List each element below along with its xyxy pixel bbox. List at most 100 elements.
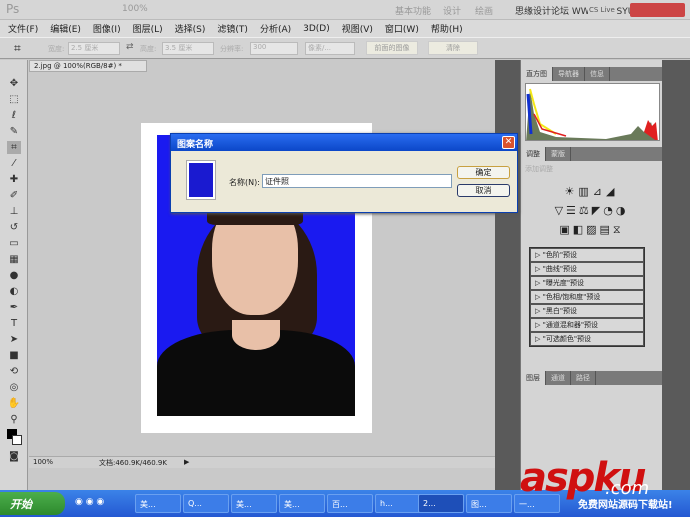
preset-label: "色阶"预设 [542,251,578,259]
tab-info[interactable]: 信息 [585,67,610,81]
workspace-basic[interactable]: 基本功能 [395,4,431,17]
add-adjustment-label: 添加调整 [525,165,553,173]
eyedropper-icon[interactable]: ⁄ [7,157,21,170]
preset-levels[interactable]: ▷ "色阶"预设 [530,248,644,262]
preset-curves[interactable]: ▷ "曲线"预设 [530,262,644,276]
adjustment-icons-row3[interactable]: ▣◧▨▤⧖ [521,223,662,237]
status-bar: 100% 文档:460.9K/460.9K ▶ [29,456,495,468]
document-tab[interactable]: 2.jpg @ 100%(RGB/8#) * [29,60,147,72]
preset-exposure[interactable]: ▷ "曝光度"预设 [530,276,644,290]
swap-icon[interactable]: ⇄ [126,42,134,52]
panels-dock: 直方图 导航器 信息 调整 蒙版 添加调整 ☀▥⊿◢ ▽☰⚖◤◔◑ ▣◧▨▤⧖ … [520,60,662,490]
hand-icon[interactable]: ✋ [7,397,21,410]
menu-image[interactable]: 图像(I) [93,22,121,35]
task-item[interactable]: 图... [466,494,512,513]
adjustment-icons-row1[interactable]: ☀▥⊿◢ [521,185,662,198]
task-item[interactable]: 美... [231,494,277,513]
preset-selective-color[interactable]: ▷ "可选颜色"预设 [530,332,644,346]
menu-filter[interactable]: 滤镜(T) [217,22,248,35]
brush-icon[interactable]: ✐ [7,189,21,202]
status-zoom[interactable]: 100% [33,458,53,466]
name-label: 名称(N): [229,178,260,187]
crop-tool-icon[interactable]: ⌗ [14,41,21,56]
width-label: 宽度: [48,45,65,53]
panel-edge [662,60,690,490]
path-select-icon[interactable]: ➤ [7,333,21,346]
shape-icon[interactable]: ■ [7,349,21,362]
lasso-tool-icon[interactable]: ℓ [7,109,21,122]
menu-help[interactable]: 帮助(H) [431,22,463,35]
menu-select[interactable]: 选择(S) [175,22,206,35]
quick-launch-icons[interactable]: ◉ ◉ ◉ [75,497,104,507]
task-item[interactable]: 美... [279,494,325,513]
workspace-paint[interactable]: 绘画 [475,4,493,17]
menu-file[interactable]: 文件(F) [8,22,38,35]
cs-live-button[interactable]: CS Live [588,6,616,14]
zoom-level[interactable]: 100% [122,4,148,14]
front-image-button[interactable]: 前面的图像 [366,41,418,55]
menu-layer[interactable]: 图层(L) [133,22,163,35]
blur-icon[interactable]: ● [7,269,21,282]
tab-histogram[interactable]: 直方图 [521,67,553,81]
menu-window[interactable]: 窗口(W) [385,22,419,35]
start-button[interactable]: 开始 [0,492,65,515]
window-controls[interactable] [630,3,685,17]
height-label: 高度: [140,45,157,53]
preset-hue-sat[interactable]: ▷ "色相/饱和度"预设 [530,290,644,304]
quick-select-icon[interactable]: ✎ [7,125,21,138]
move-tool-icon[interactable]: ✥ [7,77,21,90]
gradient-icon[interactable]: ▦ [7,253,21,266]
height-input[interactable]: 3.5 厘米 [162,42,214,55]
task-item[interactable]: Q... [183,494,229,513]
tab-masks[interactable]: 蒙版 [546,147,571,161]
clear-button[interactable]: 清除 [428,41,478,55]
dodge-icon[interactable]: ◐ [7,285,21,298]
preset-bw[interactable]: ▷ "黑白"预设 [530,304,644,318]
menu-view[interactable]: 视图(V) [342,22,373,35]
menu-3d[interactable]: 3D(D) [303,24,330,34]
options-bar: ⌗ 宽度: 2.5 厘米 ⇄ 高度: 3.5 厘米 分辨率: 300 像素/..… [0,37,690,59]
status-arrow-icon[interactable]: ▶ [184,458,189,466]
tab-paths[interactable]: 路径 [571,371,596,385]
resolution-input[interactable]: 300 [250,42,298,55]
quick-mask-icon[interactable]: ◙ [7,450,21,463]
color-swatches-icon[interactable] [7,429,22,447]
tools-panel: ✥ ⬚ ℓ ✎ ⌗ ⁄ ✚ ✐ ⊥ ↺ ▭ ▦ ● ◐ ✒ T ➤ ■ ⟲ ◎ … [0,60,28,490]
width-input[interactable]: 2.5 厘米 [68,42,120,55]
menu-edit[interactable]: 编辑(E) [50,22,81,35]
presets-list: ▷ "色阶"预设 ▷ "曲线"预设 ▷ "曝光度"预设 ▷ "色相/饱和度"预设… [529,247,645,347]
marquee-tool-icon[interactable]: ⬚ [7,93,21,106]
history-brush-icon[interactable]: ↺ [7,221,21,234]
3d-rotate-icon[interactable]: ⟲ [7,365,21,378]
tab-channels[interactable]: 通道 [546,371,571,385]
task-item[interactable]: h... [375,494,421,513]
tab-layers[interactable]: 图层 [521,371,546,385]
preset-label: "曲线"预设 [542,265,578,273]
crop-icon[interactable]: ⌗ [7,141,21,154]
task-item[interactable]: 百... [327,494,373,513]
zoom-icon[interactable]: ⚲ [7,413,21,426]
close-icon[interactable]: ✕ [502,136,515,149]
preset-channel-mixer[interactable]: ▷ "通道混和器"预设 [530,318,644,332]
3d-orbit-icon[interactable]: ◎ [7,381,21,394]
doc-info: 文档:460.9K/460.9K [99,459,167,467]
preset-label: "色相/饱和度"预设 [542,293,601,301]
ok-button[interactable]: 确定 [457,166,510,179]
pen-icon[interactable]: ✒ [7,301,21,314]
unit-select[interactable]: 像素/... [305,42,355,55]
task-item[interactable]: 美... [135,494,181,513]
adjustment-icons-row2[interactable]: ▽☰⚖◤◔◑ [521,204,662,217]
workspace-design[interactable]: 设计 [443,4,461,17]
task-item-photoshop[interactable]: 2... [418,494,464,513]
tab-adjustments[interactable]: 调整 [521,147,546,161]
resolution-label: 分辨率: [220,45,244,53]
type-icon[interactable]: T [7,317,21,330]
name-input[interactable]: 证件照 [262,174,452,188]
menu-analysis[interactable]: 分析(A) [260,22,291,35]
stamp-icon[interactable]: ⊥ [7,205,21,218]
healing-icon[interactable]: ✚ [7,173,21,186]
eraser-icon[interactable]: ▭ [7,237,21,250]
preset-label: "通道混和器"预设 [542,321,599,329]
tab-navigator[interactable]: 导航器 [553,67,585,81]
cancel-button[interactable]: 取消 [457,184,510,197]
